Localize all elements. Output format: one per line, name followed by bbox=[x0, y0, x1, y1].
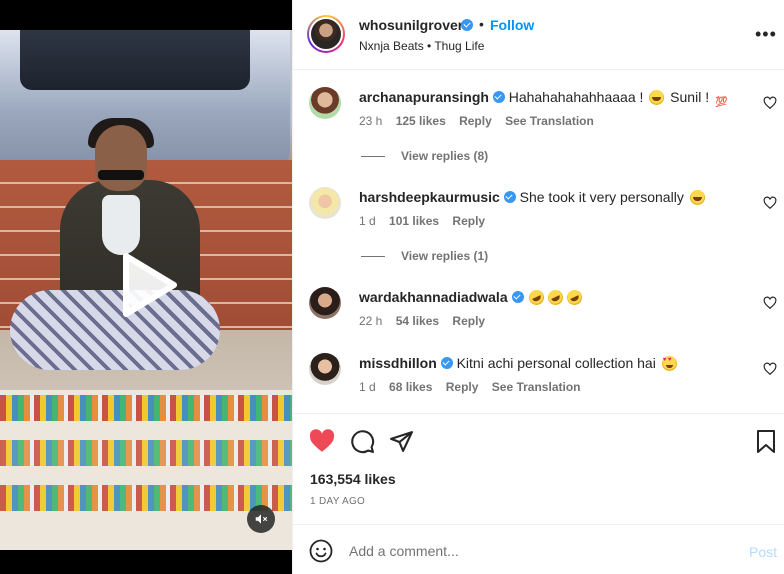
comment-time[interactable]: 1 d bbox=[359, 380, 376, 394]
hundred-emoji-icon: 💯 bbox=[714, 97, 728, 108]
post-modal: whosunilgrover • Follow Nxnja Beats • Th… bbox=[0, 0, 784, 574]
comment-text-continued: Sunil ! bbox=[666, 89, 713, 105]
heart-eyes-emoji-icon bbox=[661, 356, 677, 371]
commenter-username[interactable]: harshdeepkaurmusic bbox=[359, 189, 500, 205]
reply-button[interactable]: Reply bbox=[446, 380, 479, 394]
post-panel: whosunilgrover • Follow Nxnja Beats • Th… bbox=[292, 0, 784, 574]
comment-text: Kitni achi personal collection hai bbox=[456, 355, 660, 371]
see-translation-button[interactable]: See Translation bbox=[492, 380, 581, 394]
rofl-emoji-icon bbox=[564, 287, 585, 308]
commenter-username[interactable]: wardakhannadiadwala bbox=[359, 289, 508, 305]
post-actions: 163,554 likes 1 DAY AGO bbox=[293, 413, 784, 524]
audio-label[interactable]: Nxnja Beats • Thug Life bbox=[359, 39, 484, 53]
reply-button[interactable]: Reply bbox=[452, 214, 485, 228]
commenter-avatar[interactable] bbox=[309, 87, 341, 119]
comment-like-icon[interactable] bbox=[763, 196, 777, 210]
comment-like-icon[interactable] bbox=[763, 96, 777, 110]
play-icon[interactable] bbox=[112, 250, 182, 320]
comment-like-icon[interactable] bbox=[763, 296, 777, 310]
more-options-icon[interactable]: ••• bbox=[755, 24, 777, 45]
reply-button[interactable]: Reply bbox=[459, 114, 492, 128]
view-replies-button[interactable]: View replies (1) bbox=[361, 249, 488, 263]
comment-likes[interactable]: 54 likes bbox=[396, 314, 439, 328]
rofl-emoji-icon bbox=[526, 287, 547, 308]
comment-likes[interactable]: 125 likes bbox=[396, 114, 446, 128]
add-comment-bar: Post bbox=[293, 524, 784, 574]
verified-icon bbox=[503, 191, 516, 203]
see-translation-button[interactable]: See Translation bbox=[505, 114, 594, 128]
comment-likes[interactable]: 68 likes bbox=[389, 380, 432, 394]
laughing-emoji-icon bbox=[689, 190, 705, 205]
commenter-avatar[interactable] bbox=[309, 287, 341, 319]
follow-button[interactable]: Follow bbox=[490, 17, 534, 33]
commenter-username[interactable]: archanapuransingh bbox=[359, 89, 489, 105]
laughing-emoji-icon bbox=[649, 90, 665, 105]
view-replies-button[interactable]: View replies (8) bbox=[361, 149, 488, 163]
post-comment-button[interactable]: Post bbox=[749, 544, 777, 560]
comment-like-icon[interactable] bbox=[763, 362, 777, 376]
likes-count[interactable]: 163,554 likes bbox=[310, 471, 396, 487]
verified-icon bbox=[492, 91, 505, 103]
like-heart-icon[interactable] bbox=[309, 429, 335, 453]
comment-likes[interactable]: 101 likes bbox=[389, 214, 439, 228]
bookmark-icon[interactable] bbox=[755, 429, 777, 454]
comments-list: archanapuransingh Hahahahahahhaaaa ! Sun… bbox=[293, 70, 784, 413]
header-separator: • bbox=[479, 16, 484, 32]
comment-time[interactable]: 1 d bbox=[359, 214, 376, 228]
replies-divider bbox=[361, 155, 385, 157]
rofl-emoji-icon bbox=[545, 287, 566, 308]
verified-icon bbox=[461, 19, 473, 31]
commenter-username[interactable]: missdhillon bbox=[359, 355, 437, 371]
post-header: whosunilgrover • Follow Nxnja Beats • Th… bbox=[293, 0, 784, 70]
emoji-picker-icon[interactable] bbox=[309, 539, 333, 563]
mute-button[interactable] bbox=[247, 505, 275, 533]
commenter-avatar[interactable] bbox=[309, 353, 341, 385]
commenter-avatar[interactable] bbox=[309, 187, 341, 219]
comment-time[interactable]: 22 h bbox=[359, 314, 382, 328]
comment-time[interactable]: 23 h bbox=[359, 114, 382, 128]
reply-button[interactable]: Reply bbox=[452, 314, 485, 328]
comment-input[interactable] bbox=[349, 539, 729, 563]
post-timestamp[interactable]: 1 DAY AGO bbox=[310, 496, 365, 507]
video-player[interactable] bbox=[0, 0, 292, 574]
author-username[interactable]: whosunilgrover bbox=[359, 17, 463, 33]
comment-text: She took it very personally bbox=[519, 189, 688, 205]
speaker-muted-icon bbox=[255, 514, 268, 524]
author-avatar[interactable] bbox=[307, 15, 345, 53]
replies-divider bbox=[361, 255, 385, 257]
verified-icon bbox=[511, 291, 524, 303]
verified-icon bbox=[440, 357, 453, 369]
share-icon[interactable] bbox=[389, 429, 414, 454]
comment-text: Hahahahahahhaaaa ! bbox=[508, 89, 648, 105]
comment-icon[interactable] bbox=[350, 429, 375, 454]
